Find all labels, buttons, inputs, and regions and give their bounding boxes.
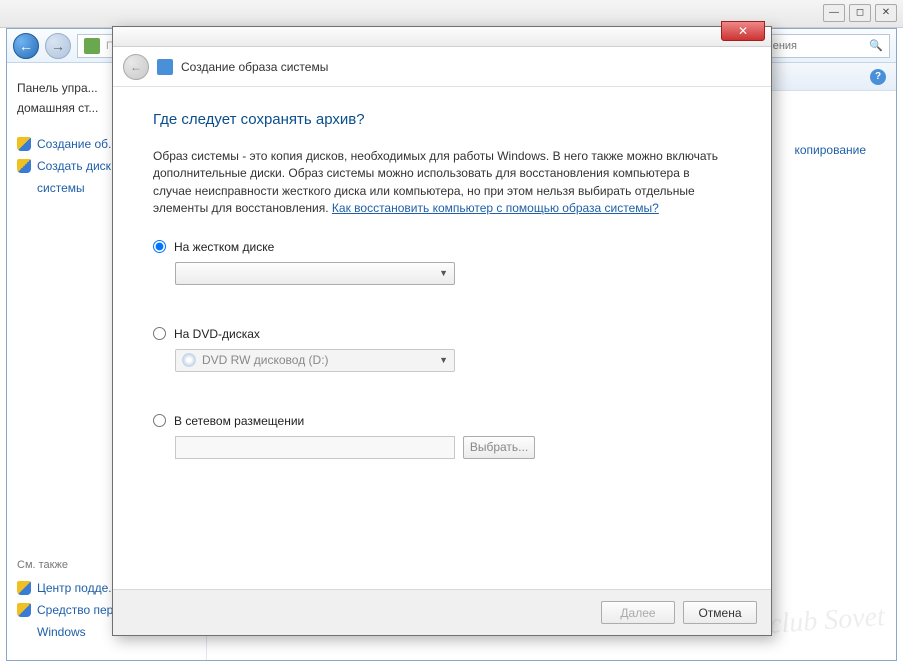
forward-button[interactable]: → [45, 33, 71, 59]
network-path-input [175, 436, 455, 459]
help-link[interactable]: Как восстановить компьютер с помощью обр… [332, 201, 659, 215]
option-hdd: На жестком диске ▼ [153, 240, 731, 285]
chrome-max-icon[interactable]: ◻ [849, 4, 871, 22]
next-button[interactable]: Далее [601, 601, 675, 624]
wizard-title: Создание образа системы [181, 60, 328, 74]
radio-dvd-label: На DVD-дисках [174, 327, 260, 341]
radio-hdd[interactable] [153, 240, 166, 253]
chevron-down-icon: ▼ [439, 355, 448, 365]
radio-network[interactable] [153, 414, 166, 427]
radio-dvd[interactable] [153, 327, 166, 340]
wizard-heading: Где следует сохранять архив? [153, 111, 731, 128]
cancel-button[interactable]: Отмена [683, 601, 757, 624]
radio-network-label: В сетевом размещении [174, 414, 304, 428]
dvd-combo: DVD RW дисковод (D:) ▼ [175, 349, 455, 372]
radio-hdd-label: На жестком диске [174, 240, 274, 254]
wizard-titlebar: ✕ [113, 27, 771, 47]
wizard-footer: Далее Отмена [113, 589, 771, 635]
wizard-dialog: ✕ ← Создание образа системы Где следует … [112, 26, 772, 636]
dvd-combo-value: DVD RW дисковод (D:) [202, 353, 329, 367]
wizard-header: ← Создание образа системы [113, 47, 771, 87]
option-network: В сетевом размещении Выбрать... [153, 414, 731, 459]
chrome-close-icon[interactable]: ✕ [875, 4, 897, 22]
dvd-icon [182, 353, 196, 367]
shield-icon [17, 137, 31, 151]
shield-icon [17, 581, 31, 595]
hdd-combo[interactable]: ▼ [175, 262, 455, 285]
shield-icon [17, 159, 31, 173]
back-button[interactable]: ← [13, 33, 39, 59]
wizard-back-button[interactable]: ← [123, 54, 149, 80]
backup-link[interactable]: копирование [794, 143, 866, 157]
search-icon: 🔍 [869, 39, 883, 52]
close-button[interactable]: ✕ [721, 21, 765, 41]
browser-chrome: — ◻ ✕ [0, 0, 903, 28]
browse-button[interactable]: Выбрать... [463, 436, 535, 459]
location-icon [84, 38, 100, 54]
chevron-down-icon: ▼ [439, 268, 448, 278]
chrome-min-icon[interactable]: — [823, 4, 845, 22]
shield-icon [17, 603, 31, 617]
wizard-description: Образ системы - это копия дисков, необхо… [153, 148, 731, 218]
system-image-icon [157, 59, 173, 75]
option-dvd: На DVD-дисках DVD RW дисковод (D:) ▼ [153, 327, 731, 372]
